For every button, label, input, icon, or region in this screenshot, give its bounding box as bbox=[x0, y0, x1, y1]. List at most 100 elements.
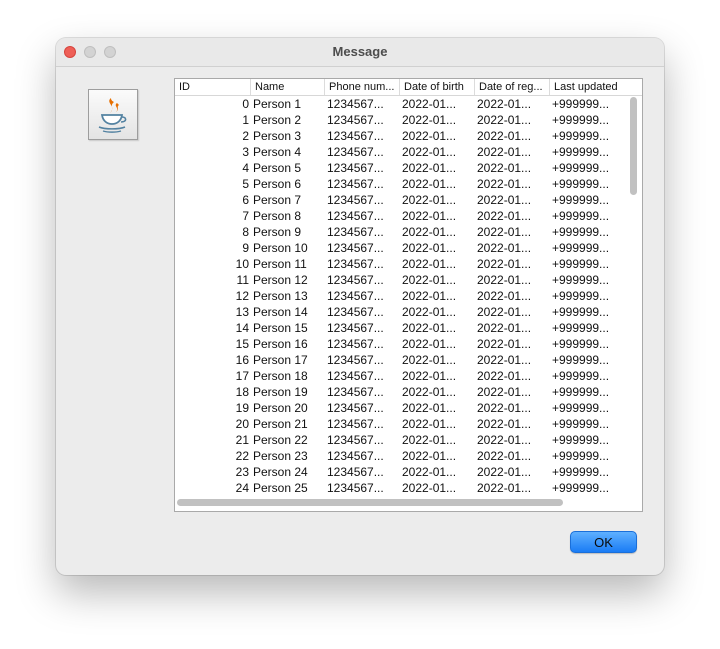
table-row[interactable]: 18 Person 19 1234567... 2022-01... 2022-01..… bbox=[175, 384, 627, 400]
vertical-scrollbar[interactable] bbox=[630, 96, 638, 492]
cell-phone-number: 1234567... bbox=[327, 481, 384, 495]
cell-phone-number: 1234567... bbox=[327, 289, 384, 303]
table-row[interactable]: 8 Person 9 1234567... 2022-01... 2022-01... +… bbox=[175, 224, 627, 240]
cell-date-of-birth: 2022-01... bbox=[402, 385, 457, 399]
cell-name: Person 15 bbox=[253, 321, 308, 335]
cell-name: Person 5 bbox=[253, 161, 302, 175]
cell-phone-number: 1234567... bbox=[327, 145, 384, 159]
column-header-name[interactable]: Name bbox=[251, 79, 325, 95]
cell-date-of-birth: 2022-01... bbox=[402, 289, 457, 303]
title-bar: Message bbox=[56, 38, 664, 67]
cell-date-of-registration: 2022-01... bbox=[477, 305, 532, 319]
vertical-scrollbar-thumb[interactable] bbox=[630, 97, 637, 195]
table-scroll-pane[interactable]: ID Name Phone num... Date of birth Date … bbox=[174, 78, 643, 512]
table-row[interactable]: 12 Person 13 1234567... 2022-01... 2022-01..… bbox=[175, 288, 627, 304]
cell-name: Person 21 bbox=[253, 417, 308, 431]
table-row[interactable]: 19 Person 20 1234567... 2022-01... 2022-01..… bbox=[175, 400, 627, 416]
horizontal-scrollbar[interactable] bbox=[177, 499, 627, 507]
table-row[interactable]: 20 Person 21 1234567... 2022-01... 2022-01..… bbox=[175, 416, 627, 432]
cell-id: 11 bbox=[236, 273, 249, 287]
table-row[interactable]: 0 Person 1 1234567... 2022-01... 2022-01... +… bbox=[175, 96, 627, 112]
table-row[interactable]: 5 Person 6 1234567... 2022-01... 2022-01... +… bbox=[175, 176, 627, 192]
horizontal-scrollbar-thumb[interactable] bbox=[177, 499, 563, 506]
column-header-id[interactable]: ID bbox=[175, 79, 251, 95]
java-cup-icon bbox=[88, 89, 138, 140]
table-row[interactable]: 4 Person 5 1234567... 2022-01... 2022-01... +… bbox=[175, 160, 627, 176]
table-row[interactable]: 7 Person 8 1234567... 2022-01... 2022-01... +… bbox=[175, 208, 627, 224]
cell-id: 20 bbox=[235, 417, 249, 431]
cell-phone-number: 1234567... bbox=[327, 321, 384, 335]
table-row[interactable]: 15 Person 16 1234567... 2022-01... 2022-01..… bbox=[175, 336, 627, 352]
cell-name: Person 4 bbox=[253, 145, 302, 159]
cell-name: Person 2 bbox=[253, 113, 302, 127]
cell-date-of-registration: 2022-01... bbox=[477, 225, 532, 239]
table-body: 0 Person 1 1234567... 2022-01... 2022-01... +… bbox=[175, 96, 627, 496]
cell-date-of-birth: 2022-01... bbox=[402, 113, 457, 127]
cell-name: Person 13 bbox=[253, 289, 308, 303]
cell-last-updated: +999999... bbox=[552, 241, 610, 255]
cell-phone-number: 1234567... bbox=[327, 177, 384, 191]
cell-phone-number: 1234567... bbox=[327, 449, 384, 463]
cell-date-of-birth: 2022-01... bbox=[402, 401, 457, 415]
cell-phone-number: 1234567... bbox=[327, 337, 384, 351]
table-row[interactable]: 10 Person 11 1234567... 2022-01... 2022-01..… bbox=[175, 256, 627, 272]
cell-date-of-registration: 2022-01... bbox=[477, 257, 532, 271]
ok-button[interactable]: OK bbox=[570, 531, 637, 553]
table-row[interactable]: 3 Person 4 1234567... 2022-01... 2022-01... +… bbox=[175, 144, 627, 160]
column-header-date-of-birth[interactable]: Date of birth bbox=[400, 79, 475, 95]
cell-name: Person 16 bbox=[253, 337, 308, 351]
cell-last-updated: +999999... bbox=[552, 481, 610, 495]
cell-last-updated: +999999... bbox=[552, 257, 610, 271]
column-header-last-updated[interactable]: Last updated bbox=[550, 79, 642, 95]
cell-phone-number: 1234567... bbox=[327, 433, 384, 447]
cell-last-updated: +999999... bbox=[552, 129, 610, 143]
cell-name: Person 20 bbox=[253, 401, 308, 415]
table-row[interactable]: 11 Person 12 1234567... 2022-01... 2022-01..… bbox=[175, 272, 627, 288]
column-header-phone-number[interactable]: Phone num... bbox=[325, 79, 400, 95]
table-row[interactable]: 17 Person 18 1234567... 2022-01... 2022-01..… bbox=[175, 368, 627, 384]
cell-phone-number: 1234567... bbox=[327, 353, 384, 367]
cell-phone-number: 1234567... bbox=[327, 241, 384, 255]
cell-date-of-registration: 2022-01... bbox=[477, 337, 532, 351]
cell-name: Person 22 bbox=[253, 433, 308, 447]
cell-name: Person 25 bbox=[253, 481, 308, 495]
cell-phone-number: 1234567... bbox=[327, 97, 384, 111]
cell-date-of-birth: 2022-01... bbox=[402, 129, 457, 143]
table-row[interactable]: 23 Person 24 1234567... 2022-01... 2022-01..… bbox=[175, 464, 627, 480]
cell-last-updated: +999999... bbox=[552, 369, 610, 383]
table-row[interactable]: 21 Person 22 1234567... 2022-01... 2022-01..… bbox=[175, 432, 627, 448]
cell-date-of-birth: 2022-01... bbox=[402, 273, 457, 287]
cell-last-updated: +999999... bbox=[552, 161, 610, 175]
cell-last-updated: +999999... bbox=[552, 177, 610, 191]
cell-name: Person 12 bbox=[253, 273, 308, 287]
cell-name: Person 23 bbox=[253, 449, 308, 463]
table-row[interactable]: 24 Person 25 1234567... 2022-01... 2022-01..… bbox=[175, 480, 627, 496]
cell-date-of-registration: 2022-01... bbox=[477, 97, 532, 111]
cell-last-updated: +999999... bbox=[552, 305, 610, 319]
table-row[interactable]: 2 Person 3 1234567... 2022-01... 2022-01... +… bbox=[175, 128, 627, 144]
cell-name: Person 8 bbox=[253, 209, 302, 223]
cell-id: 7 bbox=[242, 209, 249, 223]
table-row[interactable]: 16 Person 17 1234567... 2022-01... 2022-01..… bbox=[175, 352, 627, 368]
cell-id: 18 bbox=[235, 385, 249, 399]
table-row[interactable]: 9 Person 10 1234567... 2022-01... 2022-01...… bbox=[175, 240, 627, 256]
cell-date-of-birth: 2022-01... bbox=[402, 433, 457, 447]
message-dialog: Message ID Name Phone num... Date of bir… bbox=[56, 38, 664, 575]
cell-last-updated: +999999... bbox=[552, 401, 610, 415]
cell-date-of-registration: 2022-01... bbox=[477, 401, 532, 415]
cell-date-of-birth: 2022-01... bbox=[402, 305, 457, 319]
cell-id: 22 bbox=[235, 449, 249, 463]
cell-name: Person 17 bbox=[253, 353, 308, 367]
cell-id: 12 bbox=[235, 289, 249, 303]
table-row[interactable]: 22 Person 23 1234567... 2022-01... 2022-01..… bbox=[175, 448, 627, 464]
cell-phone-number: 1234567... bbox=[327, 225, 384, 239]
cell-last-updated: +999999... bbox=[552, 113, 610, 127]
table-row[interactable]: 14 Person 15 1234567... 2022-01... 2022-01..… bbox=[175, 320, 627, 336]
table-row[interactable]: 13 Person 14 1234567... 2022-01... 2022-01..… bbox=[175, 304, 627, 320]
cell-phone-number: 1234567... bbox=[327, 385, 384, 399]
cell-id: 9 bbox=[242, 241, 249, 255]
table-row[interactable]: 1 Person 2 1234567... 2022-01... 2022-01... +… bbox=[175, 112, 627, 128]
table-row[interactable]: 6 Person 7 1234567... 2022-01... 2022-01... +… bbox=[175, 192, 627, 208]
cell-last-updated: +999999... bbox=[552, 353, 610, 367]
column-header-date-of-registration[interactable]: Date of reg... bbox=[475, 79, 550, 95]
